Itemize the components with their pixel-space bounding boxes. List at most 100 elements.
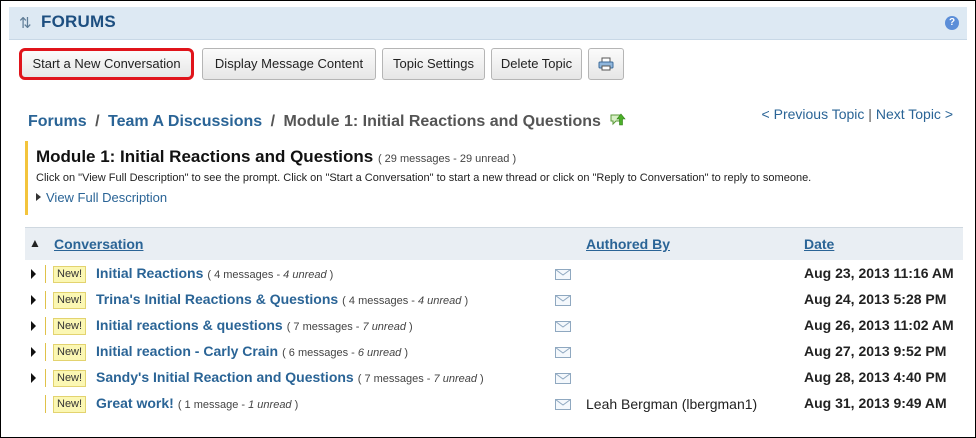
table-row: New! Initial Reactions ( 4 messages - 4 u…: [25, 261, 963, 287]
expand-thread-icon[interactable]: [31, 269, 36, 279]
table-row: New! Trina's Initial Reactions & Questio…: [25, 287, 963, 313]
conversation-date: Aug 31, 2013 9:49 AM: [804, 395, 947, 411]
message-count-close: ): [405, 321, 413, 333]
envelope-icon[interactable]: [555, 397, 571, 415]
message-count-close: ): [461, 295, 469, 307]
help-icon[interactable]: ?: [945, 16, 959, 30]
row-divider: [45, 265, 46, 283]
authored-by-column-header[interactable]: Authored By: [586, 236, 670, 252]
row-divider: [45, 317, 46, 335]
message-count: ( 4 messages - 4 unread ): [207, 269, 333, 281]
breadcrumb-separator: /: [270, 113, 276, 130]
conversation-title-link[interactable]: Great work!: [96, 395, 174, 411]
topic-description: Module 1: Initial Reactions and Question…: [25, 141, 945, 215]
view-full-description[interactable]: View Full Description: [36, 190, 945, 205]
unread-count: 1 unread: [248, 399, 292, 411]
message-count: ( 7 messages - 7 unread ): [287, 321, 413, 333]
unread-count: 4 unread: [283, 269, 327, 281]
envelope-icon[interactable]: [555, 267, 571, 285]
conversation-title-link[interactable]: Initial reaction - Carly Crain: [96, 343, 278, 359]
conversation-column-header[interactable]: Conversation: [54, 236, 143, 252]
view-full-description-link[interactable]: View Full Description: [46, 190, 167, 205]
expand-thread-icon[interactable]: [31, 347, 36, 357]
row-divider: [45, 343, 46, 361]
author-name: Leah Bergman (lbergman1): [586, 396, 758, 412]
message-count: ( 6 messages - 6 unread ): [282, 347, 408, 359]
conversation-date: Aug 24, 2013 5:28 PM: [804, 291, 947, 307]
topic-title: Module 1: Initial Reactions and Question…: [36, 147, 374, 166]
table-row: New! Sandy's Initial Reaction and Questi…: [25, 365, 963, 391]
conversation-title-link[interactable]: Initial reactions & questions: [96, 317, 283, 333]
new-badge: New!: [53, 344, 87, 361]
breadcrumb-forums-link[interactable]: Forums: [28, 113, 87, 130]
expand-thread-icon[interactable]: [31, 373, 36, 383]
breadcrumb-group-link[interactable]: Team A Discussions: [108, 113, 262, 130]
display-message-content-button[interactable]: Display Message Content: [202, 48, 376, 80]
new-badge: New!: [53, 370, 87, 387]
envelope-icon[interactable]: [555, 371, 571, 389]
conversation-title-link[interactable]: Trina's Initial Reactions & Questions: [96, 291, 338, 307]
conversation-title-wrap: Great work!( 1 message - 1 unread ): [96, 395, 298, 411]
topic-instructions: Click on "View Full Description" to see …: [36, 172, 812, 184]
conversation-date: Aug 26, 2013 11:02 AM: [804, 317, 954, 333]
envelope-icon[interactable]: [555, 319, 571, 337]
message-count-close: ): [401, 347, 409, 359]
message-count-text: ( 4 messages -: [207, 269, 284, 281]
new-badge: New!: [53, 318, 87, 335]
breadcrumb-separator: /: [95, 113, 100, 130]
forums-header: ⇅ FORUMS ?: [9, 7, 967, 40]
sort-icon[interactable]: ▲: [29, 236, 41, 250]
envelope-icon[interactable]: [555, 293, 571, 311]
conversation-date: Aug 28, 2013 4:40 PM: [804, 369, 947, 385]
message-count-text: ( 4 messages -: [342, 295, 418, 307]
unread-count: 7 unread: [433, 373, 477, 385]
table-row: New! Initial reaction - Carly Crain ( 6 m…: [25, 339, 963, 365]
row-divider: [45, 395, 46, 413]
date-column-header[interactable]: Date: [804, 236, 834, 252]
conversation-date: Aug 23, 2013 11:16 AM: [804, 265, 954, 281]
conversation-title-wrap: Initial reaction - Carly Crain ( 6 messag…: [96, 343, 408, 359]
delete-topic-button[interactable]: Delete Topic: [491, 48, 582, 80]
page-title: FORUMS: [41, 12, 116, 31]
message-count-text: ( 1 message -: [177, 399, 249, 411]
message-count-close: ): [291, 399, 299, 411]
previous-topic-link[interactable]: < Previous Topic: [762, 106, 865, 122]
message-count-text: ( 7 messages -: [286, 321, 363, 333]
topic-heading: Module 1: Initial Reactions and Question…: [36, 147, 945, 167]
row-divider: [45, 291, 46, 309]
printer-icon: [598, 52, 614, 71]
unread-count: 6 unread: [357, 347, 402, 359]
breadcrumb: Forums / Team A Discussions / Module 1: …: [28, 110, 627, 131]
expand-thread-icon[interactable]: [31, 295, 36, 305]
start-conversation-button[interactable]: Start a New Conversation: [19, 48, 194, 80]
message-count: ( 1 message - 1 unread ): [178, 399, 298, 411]
unread-count: 4 unread: [417, 295, 462, 307]
topic-nav-separator: |: [868, 106, 872, 122]
envelope-icon[interactable]: [555, 345, 571, 363]
conversation-title-wrap: Sandy's Initial Reaction and Questions( …: [96, 369, 484, 385]
unread-count: 7 unread: [362, 321, 406, 333]
topic-navigation: < Previous Topic | Next Topic >: [762, 106, 953, 122]
forums-window: ⇅ FORUMS ? Start a New Conversation Disp…: [0, 0, 976, 438]
expand-arrow-icon: [36, 193, 41, 201]
forum-tool-icon: ⇅: [19, 15, 32, 32]
message-count-close: ): [476, 373, 484, 385]
message-count: ( 7 messages - 7 unread ): [358, 373, 484, 385]
message-count: ( 4 messages - 4 unread ): [342, 295, 468, 307]
watch-topic-icon[interactable]: [609, 112, 627, 133]
conversation-date: Aug 27, 2013 9:52 PM: [804, 343, 947, 359]
expand-thread-icon[interactable]: [31, 321, 36, 331]
message-count-close: ): [326, 269, 334, 281]
conversation-title-wrap: Initial Reactions ( 4 messages - 4 unread…: [96, 265, 333, 281]
conversation-title-link[interactable]: Sandy's Initial Reaction and Questions: [96, 369, 354, 385]
topic-settings-button[interactable]: Topic Settings: [382, 48, 485, 80]
message-count-text: ( 7 messages -: [357, 373, 434, 385]
new-badge: New!: [53, 396, 87, 413]
table-row: New! Initial reactions & questions( 7 me…: [25, 313, 963, 339]
row-divider: [45, 369, 46, 387]
breadcrumb-current: Module 1: Initial Reactions and Question…: [283, 113, 601, 130]
conversation-title-link[interactable]: Initial Reactions: [96, 265, 203, 281]
print-button[interactable]: [588, 48, 624, 80]
topic-message-count: ( 29 messages - 29 unread ): [377, 153, 517, 165]
next-topic-link[interactable]: Next Topic >: [876, 106, 953, 122]
